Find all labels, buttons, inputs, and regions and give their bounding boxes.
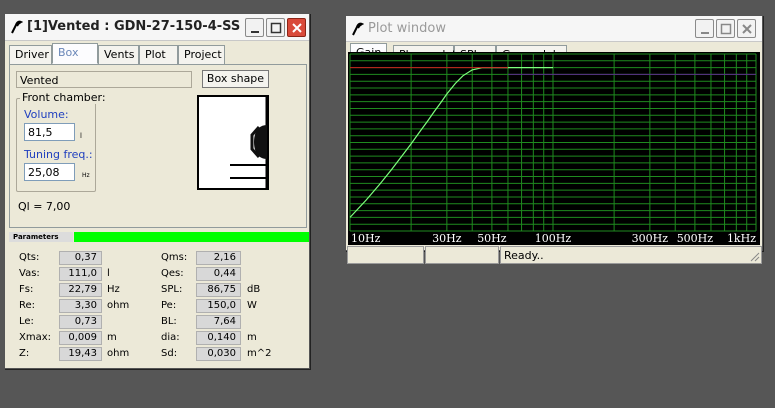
param-qes-label: Qes: [161,268,184,279]
param-re-label: Re: [19,300,36,311]
resize-grip-icon[interactable] [748,250,760,262]
tab-project[interactable]: Project [178,45,225,64]
status-cell-2 [425,246,499,264]
param-dia-label: dia: [161,332,180,343]
param-spl-value: 86,75 [196,283,241,297]
box-shape-button[interactable]: Box shape [202,70,269,88]
param-qes-value: 0,44 [196,267,241,281]
param-qms-label: Qms: [161,252,188,263]
box-type-field[interactable]: Vented [16,71,192,88]
param-dia-unit: m [247,332,257,343]
param-qts-label: Qts: [19,252,40,263]
x-tick-label: 10Hz [351,232,381,245]
x-tick-label: 50Hz [477,232,507,245]
param-pe-label: Pe: [161,300,177,311]
box-shape-preview [197,95,269,190]
app-icon [11,20,23,34]
param-xmax-label: Xmax: [19,332,52,343]
volume-unit: l [80,132,82,140]
status-cell-1 [347,246,424,264]
minimize-button[interactable] [695,19,714,38]
box-tab-pane: Vented Box shape Front chamber: Volume: … [9,64,307,228]
param-pe-value: 150,0 [196,299,241,313]
param-sd-value: 0,030 [196,347,241,361]
x-tick-label: 1kHz [727,232,756,245]
tuning-freq-unit: Hz [82,172,90,179]
box-window-tabs: Driver Box Vents Plot Project [9,43,309,64]
param-fs-unit: Hz [107,284,120,295]
param-z-value: 19,43 [59,347,102,361]
parameters-label: Parameters [9,232,73,242]
plot-status-bar: Ready.. [347,246,762,264]
parameters-bar[interactable]: Parameters [9,232,309,242]
parameters-panel: Qts: 0,37 Vas: 111,0 l Fs: 22,79 Hz Re: … [9,244,309,366]
param-pe-unit: W [247,300,257,311]
tab-box[interactable]: Box [52,43,98,64]
maximize-button[interactable] [266,18,285,37]
param-sd-unit: m^2 [247,348,272,359]
maximize-icon [270,22,282,34]
volume-label: Volume: [24,108,69,121]
tab-driver[interactable]: Driver [9,45,52,64]
tuning-freq-label: Tuning freq.: [24,148,93,161]
param-spl-unit: dB [247,284,261,295]
param-vas-label: Vas: [19,268,40,279]
param-qms-value: 2,16 [196,251,241,265]
minimize-icon [251,31,259,33]
param-fs-value: 22,79 [59,283,102,297]
param-bl-label: BL: [161,316,177,327]
plot-window-titlebar[interactable]: Plot window [346,16,762,42]
tab-plot[interactable]: Plot [139,45,178,64]
box-window: [1]Vented : GDN-27-150-4-SS Driver Box V… [4,13,310,369]
volume-input[interactable]: 81,5 [24,123,75,141]
param-dia-value: 0,140 [196,331,241,345]
param-re-value: 3,30 [59,299,102,313]
maximize-icon [720,23,732,35]
param-re-unit: ohm [107,300,130,311]
tuning-freq-input[interactable]: 25,08 [24,163,75,181]
param-z-unit: ohm [107,348,130,359]
param-sd-label: Sd: [161,348,178,359]
box-window-titlebar[interactable]: [1]Vented : GDN-27-150-4-SS [5,14,309,41]
param-xmax-value: 0,009 [59,331,102,345]
param-spl-label: SPL: [161,284,183,295]
tab-vents[interactable]: Vents [98,45,139,64]
close-button[interactable] [737,19,756,38]
minimize-button[interactable] [245,18,264,37]
parameters-bar-fill [74,232,309,242]
x-tick-label: 100Hz [535,232,572,245]
front-chamber-label: Front chamber: [20,91,108,104]
param-xmax-unit: m [107,332,117,343]
maximize-button[interactable] [716,19,735,38]
param-le-value: 0,73 [59,315,102,329]
gain-plot[interactable]: 10Hz 30Hz 50Hz 100Hz 300Hz 500Hz 1kHz [348,52,760,245]
status-text: Ready.. [500,246,762,264]
param-fs-label: Fs: [19,284,34,295]
ql-value-text: Ql = 7,00 [18,200,71,213]
param-vas-value: 111,0 [59,267,102,281]
param-qts-value: 0,37 [59,251,102,265]
x-tick-label: 500Hz [677,232,714,245]
param-bl-value: 7,64 [196,315,241,329]
box-window-title: [1]Vented : GDN-27-150-4-SS [27,19,241,34]
close-icon [292,23,302,33]
param-le-label: Le: [19,316,34,327]
minimize-icon [701,32,709,34]
app-icon [352,22,364,36]
close-icon [742,24,752,34]
param-z-label: Z: [19,348,30,359]
close-button[interactable] [287,18,306,37]
x-tick-label: 300Hz [632,232,669,245]
plot-window: Plot window Gain Phase plot SPL Group de… [345,15,763,264]
plot-window-title: Plot window [368,21,446,36]
param-vas-unit: l [107,268,110,279]
x-tick-label: 30Hz [432,232,462,245]
